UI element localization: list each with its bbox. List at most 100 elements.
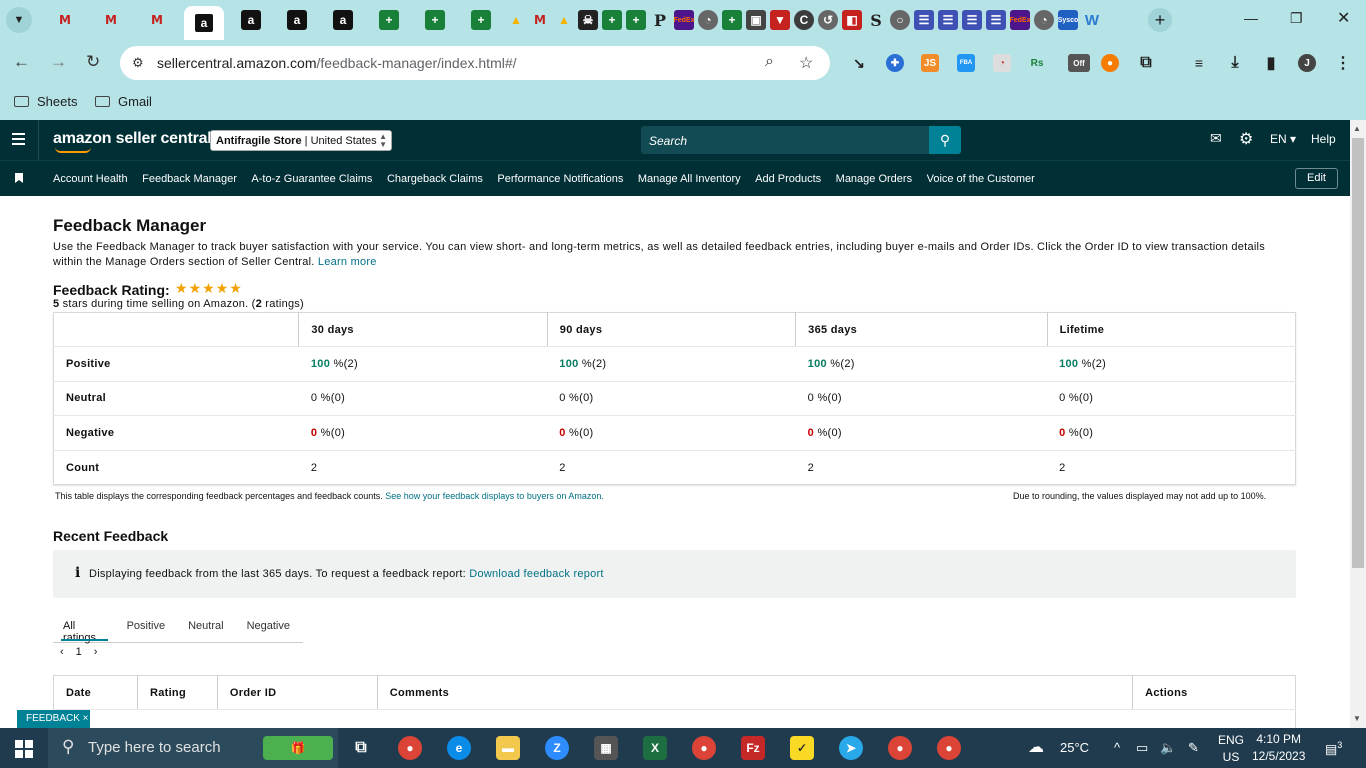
bookmark-folder-gmail[interactable]: Gmail: [95, 94, 152, 109]
browser-tab-sheets[interactable]: +: [626, 10, 646, 30]
nav-link-chargeback-claims[interactable]: Chargeback Claims: [387, 173, 483, 185]
browser-tab-sheets[interactable]: +: [602, 10, 622, 30]
extension-chart-icon[interactable]: ◔: [993, 54, 1011, 72]
browser-tab-gmail[interactable]: M: [55, 10, 75, 30]
sticky-notes-icon[interactable]: ✓: [790, 736, 814, 760]
settings-gear-icon[interactable]: ⚙: [1239, 129, 1253, 149]
browser-tab-word[interactable]: W: [1082, 10, 1102, 30]
language-indicator[interactable]: ENG US: [1218, 732, 1244, 766]
excel-app-icon[interactable]: X: [643, 736, 667, 760]
feedback-tab-button[interactable]: FEEDBACK ×: [17, 710, 90, 728]
notification-icon[interactable]: ▤3: [1325, 740, 1342, 757]
browser-tab-doc[interactable]: ☰: [938, 10, 958, 30]
tray-overflow-icon[interactable]: ^: [1114, 740, 1120, 755]
tab-positive[interactable]: Positive: [117, 610, 166, 642]
nav-link-voice-of-the-customer[interactable]: Voice of the Customer: [927, 173, 1035, 185]
task-view-icon[interactable]: ⧉: [349, 736, 373, 760]
browser-tab-doc[interactable]: ☰: [962, 10, 982, 30]
browser-tab-amazon[interactable]: a: [287, 10, 307, 30]
next-page-icon[interactable]: ›: [94, 646, 98, 658]
nav-link-account-health[interactable]: Account Health: [53, 173, 128, 185]
battery-icon[interactable]: ▭: [1136, 740, 1148, 756]
store-selector[interactable]: Antifragile Store | United States ▲ ▼: [210, 130, 392, 151]
browser-tab-sheets[interactable]: +: [471, 10, 491, 30]
extensions-puzzle-icon[interactable]: ⧉: [1137, 54, 1155, 72]
mail-icon[interactable]: ✉: [1210, 130, 1222, 147]
extension-off-icon[interactable]: Off: [1068, 54, 1090, 72]
download-icon[interactable]: ⤓: [1226, 54, 1244, 72]
prev-page-icon[interactable]: ‹: [60, 646, 64, 658]
browser-tab-gmail[interactable]: M: [530, 10, 550, 30]
browser-tab-amazon-active[interactable]: a: [184, 6, 224, 40]
browser-tab-disk[interactable]: ▣: [746, 10, 766, 30]
scroll-thumb[interactable]: [1352, 138, 1364, 568]
feedback-display-link[interactable]: See how your feedback displays to buyers…: [385, 491, 604, 501]
scroll-down-icon[interactable]: ▼: [1353, 714, 1361, 723]
browser-tab-fedex[interactable]: FedEx: [674, 10, 695, 30]
browser-tab-sheets[interactable]: +: [722, 10, 742, 30]
chrome-profile-icon[interactable]: ●: [692, 736, 716, 760]
browser-tab-chrome[interactable]: ○: [890, 10, 910, 30]
search-highlight-icon[interactable]: 🎁: [263, 736, 333, 760]
nav-link-performance-notifications[interactable]: Performance Notifications: [497, 173, 623, 185]
browser-tab-wish[interactable]: ◔: [698, 10, 718, 30]
minimize-button[interactable]: —: [1244, 10, 1258, 26]
learn-more-link[interactable]: Learn more: [318, 256, 377, 268]
chrome-app-icon[interactable]: ●: [398, 736, 422, 760]
browser-tab-pirate[interactable]: ☠: [578, 10, 598, 30]
new-tab-button[interactable]: +: [1148, 8, 1172, 32]
pen-icon[interactable]: ✎: [1188, 740, 1199, 756]
browser-tab-doc[interactable]: ☰: [914, 10, 934, 30]
browser-tab-sysco[interactable]: Sysco: [1058, 10, 1078, 30]
browser-tab-sheets[interactable]: +: [379, 10, 399, 30]
hamburger-menu-icon[interactable]: [12, 133, 25, 145]
extension-blue-icon[interactable]: ✚: [886, 54, 904, 72]
close-window-button[interactable]: ✕: [1337, 8, 1350, 28]
address-bar[interactable]: ⚙ sellercentral.amazon.com/feedback-mana…: [120, 46, 830, 80]
browser-tab-doc[interactable]: ☰: [986, 10, 1006, 30]
bookmark-star-icon[interactable]: ☆: [799, 53, 813, 73]
nav-link-manage-orders[interactable]: Manage Orders: [836, 173, 912, 185]
browser-tab-drive[interactable]: ▲: [554, 10, 574, 30]
chrome-profile-2-icon[interactable]: ●: [888, 736, 912, 760]
extension-js-icon[interactable]: JS: [921, 54, 939, 72]
seller-central-logo[interactable]: amazon seller central: [53, 130, 212, 153]
scroll-up-icon[interactable]: ▲: [1353, 124, 1361, 133]
nav-link-a-to-z-guarantee-claims[interactable]: A-to-z Guarantee Claims: [251, 173, 372, 185]
browser-tab-app[interactable]: ◧: [842, 10, 862, 30]
tab-all-ratings[interactable]: All ratings: [53, 610, 108, 644]
tab-neutral[interactable]: Neutral: [178, 610, 223, 642]
windows-start-icon[interactable]: [15, 740, 33, 758]
bookmark-icon[interactable]: [15, 173, 23, 183]
profile-avatar[interactable]: J: [1298, 54, 1316, 72]
temperature[interactable]: 25°C: [1060, 740, 1089, 755]
calculator-icon[interactable]: ▦: [594, 736, 618, 760]
browser-tab-gmail[interactable]: M: [147, 10, 167, 30]
browser-tab-funnel[interactable]: ▼: [770, 10, 790, 30]
browser-tab-amazon[interactable]: a: [333, 10, 353, 30]
browser-tab-c[interactable]: C: [794, 10, 814, 30]
chrome-active-icon[interactable]: ●: [937, 736, 961, 760]
browser-tab-amazon[interactable]: a: [241, 10, 261, 30]
weather-icon[interactable]: ☁: [1028, 737, 1044, 757]
filezilla-icon[interactable]: Fz: [741, 736, 765, 760]
edge-app-icon[interactable]: e: [447, 736, 471, 760]
browser-tab-history[interactable]: ↺: [818, 10, 838, 30]
browser-tab-p[interactable]: P: [650, 10, 670, 30]
nav-link-add-products[interactable]: Add Products: [755, 173, 821, 185]
browser-tab-wish[interactable]: ◔: [1034, 10, 1054, 30]
zoom-icon[interactable]: ⌕: [765, 53, 774, 71]
download-report-link[interactable]: Download feedback report: [469, 568, 603, 580]
browser-menu-icon[interactable]: ⋮: [1334, 54, 1352, 72]
reload-button[interactable]: ↻: [86, 52, 100, 72]
forward-button[interactable]: →: [50, 52, 67, 72]
telegram-icon[interactable]: ➤: [839, 736, 863, 760]
search-input[interactable]: Search: [641, 126, 931, 154]
volume-icon[interactable]: 🔈: [1160, 740, 1176, 756]
page-scrollbar[interactable]: ▲ ▼: [1350, 120, 1366, 728]
browser-tab-sheets[interactable]: +: [425, 10, 445, 30]
site-info-icon[interactable]: ⚙: [132, 55, 144, 71]
nav-link-feedback-manager[interactable]: Feedback Manager: [142, 173, 237, 185]
search-button[interactable]: ⚲: [929, 126, 961, 154]
side-panel-icon[interactable]: ▮: [1262, 54, 1280, 72]
